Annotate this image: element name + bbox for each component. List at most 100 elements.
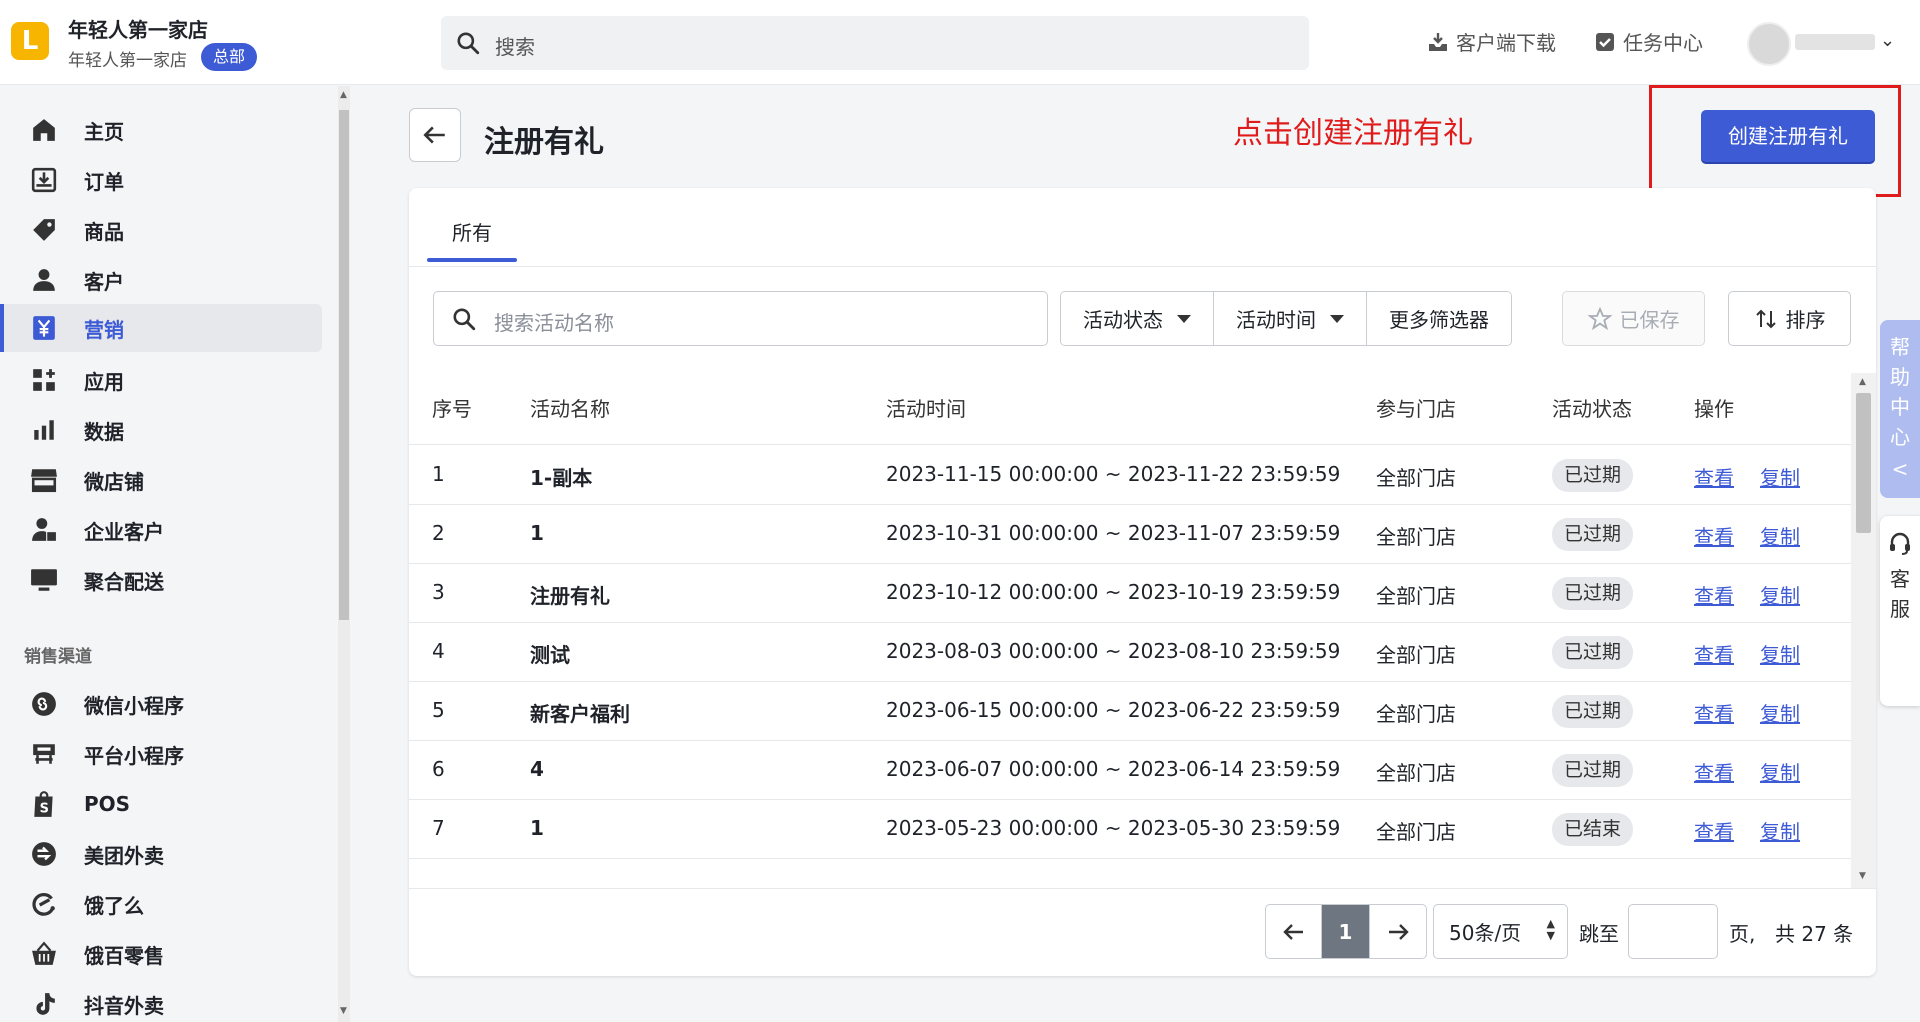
prev-page-button[interactable] (1266, 905, 1322, 958)
view-link[interactable]: 查看 (1694, 757, 1734, 786)
saved-filters-label: 已保存 (1619, 308, 1680, 332)
sidebar-item-pos[interactable]: S POS (0, 780, 322, 828)
global-search-input[interactable]: 搜索 (441, 16, 1309, 70)
activity-search-input[interactable]: 搜索活动名称 (433, 291, 1048, 346)
sidebar-item-enterprise[interactable]: 企业客户 (0, 506, 322, 554)
column-header-no: 序号 (432, 397, 472, 421)
sidebar-item-label: 企业客户 (84, 519, 164, 544)
table-row[interactable]: 5 新客户福利 2023-06-15 00:00:00 ~ 2023-06-22… (409, 682, 1851, 741)
star-outline-icon (1587, 306, 1612, 330)
sidebar-item-home[interactable]: 主页 (0, 106, 322, 154)
storefront-icon (30, 466, 58, 494)
meituan-icon (30, 840, 58, 868)
scroll-up-arrow-icon[interactable]: ▲ (340, 90, 347, 100)
store-name[interactable]: 年轻人第一家店 (68, 14, 208, 43)
sidebar-item-apps[interactable]: 应用 (0, 356, 322, 404)
current-page-button[interactable]: 1 (1322, 905, 1370, 958)
copy-link[interactable]: 复制 (1760, 698, 1800, 727)
row-store: 全部门店 (1376, 761, 1456, 785)
sidebar-item-meituan[interactable]: 美团外卖 (0, 830, 322, 878)
help-center-tab[interactable]: 帮助中心 < (1880, 320, 1920, 498)
sidebar-item-label: 主页 (84, 119, 124, 144)
column-header-store: 参与门店 (1376, 397, 1456, 421)
platform-icon (30, 740, 58, 768)
view-link[interactable]: 查看 (1694, 462, 1734, 491)
tutorial-annotation-text: 点击创建注册有礼 (1233, 116, 1473, 151)
basket-icon (30, 940, 58, 968)
activity-list-card: 所有 搜索活动名称 活动状态 活动时间 更多筛选器 已保存 排序 序号 活动名称… (409, 188, 1876, 976)
user-avatar[interactable] (1747, 22, 1791, 66)
row-no: 7 (432, 816, 445, 840)
sidebar-item-marketing[interactable]: 营销 (0, 304, 322, 352)
user-name-blurred[interactable] (1795, 34, 1875, 50)
row-name: 1 (530, 521, 544, 545)
row-name: 1-副本 (530, 466, 593, 490)
task-center-label: 任务中心 (1623, 31, 1703, 55)
sidebar-item-wechat-mini[interactable]: 微信小程序 (0, 680, 322, 728)
copy-link[interactable]: 复制 (1760, 816, 1800, 845)
sidebar-scroll-thumb[interactable] (339, 110, 349, 620)
back-button[interactable] (409, 108, 461, 162)
sidebar-item-douyin[interactable]: 抖音外卖 (0, 980, 322, 1022)
table-scrollbar[interactable]: ▲ ▼ (1851, 373, 1876, 888)
column-header-status[interactable]: 活动状态 (1552, 393, 1632, 422)
store-logo[interactable]: L (11, 22, 49, 60)
tab-divider (409, 266, 1876, 267)
table-row[interactable]: 6 4 2023-06-07 00:00:00 ~ 2023-06-14 23:… (409, 741, 1851, 800)
sidebar-item-orders[interactable]: 订单 (0, 156, 322, 204)
customer-service-tab[interactable]: 客服 (1880, 516, 1920, 706)
view-link[interactable]: 查看 (1694, 580, 1734, 609)
table-scroll-thumb[interactable] (1856, 393, 1871, 533)
row-store: 全部门店 (1376, 820, 1456, 844)
jump-page-input[interactable] (1628, 904, 1718, 959)
task-center-button[interactable]: 任务中心 (1593, 27, 1703, 56)
scroll-down-arrow-icon[interactable]: ▼ (340, 1006, 347, 1016)
sidebar-scrollbar[interactable]: ▲ ▼ (338, 86, 350, 1022)
sidebar-item-label: 订单 (84, 169, 124, 194)
scroll-down-arrow-icon[interactable]: ▼ (1859, 871, 1866, 881)
sidebar-item-ebai[interactable]: 饿百零售 (0, 930, 322, 978)
sidebar-item-data[interactable]: 数据 (0, 406, 322, 454)
page-size-select[interactable]: 50条/页 ▲ ▼ (1433, 904, 1568, 959)
row-time: 2023-05-23 00:00:00 ~ 2023-05-30 23:59:5… (886, 816, 1341, 840)
sidebar-item-platform-mini[interactable]: 平台小程序 (0, 730, 322, 778)
sidebar-item-delivery[interactable]: 聚合配送 (0, 556, 322, 604)
copy-link[interactable]: 复制 (1760, 757, 1800, 786)
saved-filters-button[interactable]: 已保存 (1562, 291, 1705, 346)
tutorial-highlight-box (1649, 85, 1901, 197)
view-link[interactable]: 查看 (1694, 521, 1734, 550)
copy-link[interactable]: 复制 (1760, 580, 1800, 609)
scroll-up-arrow-icon[interactable]: ▲ (1859, 377, 1866, 387)
copy-link[interactable]: 复制 (1760, 639, 1800, 668)
sidebar-item-products[interactable]: 商品 (0, 206, 322, 254)
sidebar-item-label: 饿了么 (84, 893, 144, 918)
view-link[interactable]: 查看 (1694, 639, 1734, 668)
sidebar-item-micro-store[interactable]: 微店铺 (0, 456, 322, 504)
row-no: 2 (432, 521, 445, 545)
next-page-button[interactable] (1370, 905, 1426, 958)
svg-text:S: S (40, 802, 49, 817)
time-filter-dropdown[interactable]: 活动时间 (1214, 292, 1367, 345)
table-row[interactable]: 3 注册有礼 2023-10-12 00:00:00 ~ 2023-10-19 … (409, 564, 1851, 623)
arrow-left-icon (423, 126, 445, 144)
user-menu-chevron-icon[interactable]: ⌄ (1880, 30, 1895, 51)
more-filters-button[interactable]: 更多筛选器 (1367, 292, 1511, 345)
sidebar-item-customers[interactable]: 客户 (0, 256, 322, 304)
table-row[interactable]: 7 1 2023-05-23 00:00:00 ~ 2023-05-30 23:… (409, 800, 1851, 859)
status-filter-dropdown[interactable]: 活动状态 (1061, 292, 1214, 345)
table-row[interactable]: 2 1 2023-10-31 00:00:00 ~ 2023-11-07 23:… (409, 505, 1851, 564)
row-no: 4 (432, 639, 445, 663)
client-download-button[interactable]: 客户端下载 (1426, 27, 1556, 56)
view-link[interactable]: 查看 (1694, 698, 1734, 727)
sort-button[interactable]: 排序 (1728, 291, 1851, 346)
copy-link[interactable]: 复制 (1760, 462, 1800, 491)
table-row[interactable]: 4 测试 2023-08-03 00:00:00 ~ 2023-08-10 23… (409, 623, 1851, 682)
tab-all[interactable]: 所有 (427, 208, 517, 262)
sidebar-item-eleme[interactable]: 饿了么 (0, 880, 322, 928)
home-icon (30, 116, 58, 144)
view-link[interactable]: 查看 (1694, 816, 1734, 845)
row-time: 2023-08-03 00:00:00 ~ 2023-08-10 23:59:5… (886, 639, 1341, 663)
copy-link[interactable]: 复制 (1760, 521, 1800, 550)
sidebar-item-label: POS (84, 792, 131, 816)
table-row[interactable]: 1 1-副本 2023-11-15 00:00:00 ~ 2023-11-22 … (409, 446, 1851, 505)
